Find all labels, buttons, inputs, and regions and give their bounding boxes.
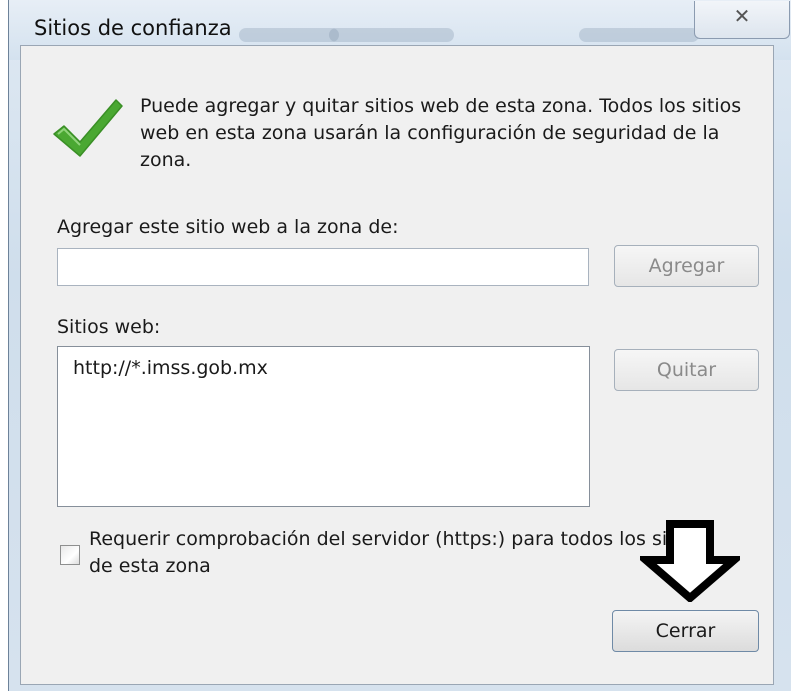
remove-button[interactable]: Quitar <box>614 349 759 391</box>
add-button[interactable]: Agregar <box>614 245 759 287</box>
zone-info-text: Puede agregar y quitar sitios web de est… <box>140 95 742 171</box>
down-arrow-icon <box>640 520 740 602</box>
checkmark-icon <box>53 99 123 157</box>
websites-label: Sitios web: <box>57 316 161 338</box>
close-button[interactable]: Cerrar <box>612 610 759 652</box>
blurred-background-tab <box>579 28 699 42</box>
websites-list[interactable]: http://*.imss.gob.mx <box>57 346 590 507</box>
https-requirement-label[interactable]: Requerir comprobación del servidor (http… <box>89 526 729 580</box>
dialog-title: Sitios de confianza <box>34 16 232 40</box>
close-window-button[interactable]: ✕ <box>694 1 790 39</box>
blurred-background-tab <box>329 28 454 42</box>
list-item[interactable]: http://*.imss.gob.mx <box>73 357 268 379</box>
add-site-label: Agregar este sitio web a la zona de: <box>57 216 399 238</box>
close-icon: ✕ <box>733 4 751 28</box>
https-requirement-checkbox[interactable] <box>60 545 80 565</box>
add-site-input[interactable] <box>57 248 589 286</box>
blurred-background-tab <box>239 28 339 42</box>
